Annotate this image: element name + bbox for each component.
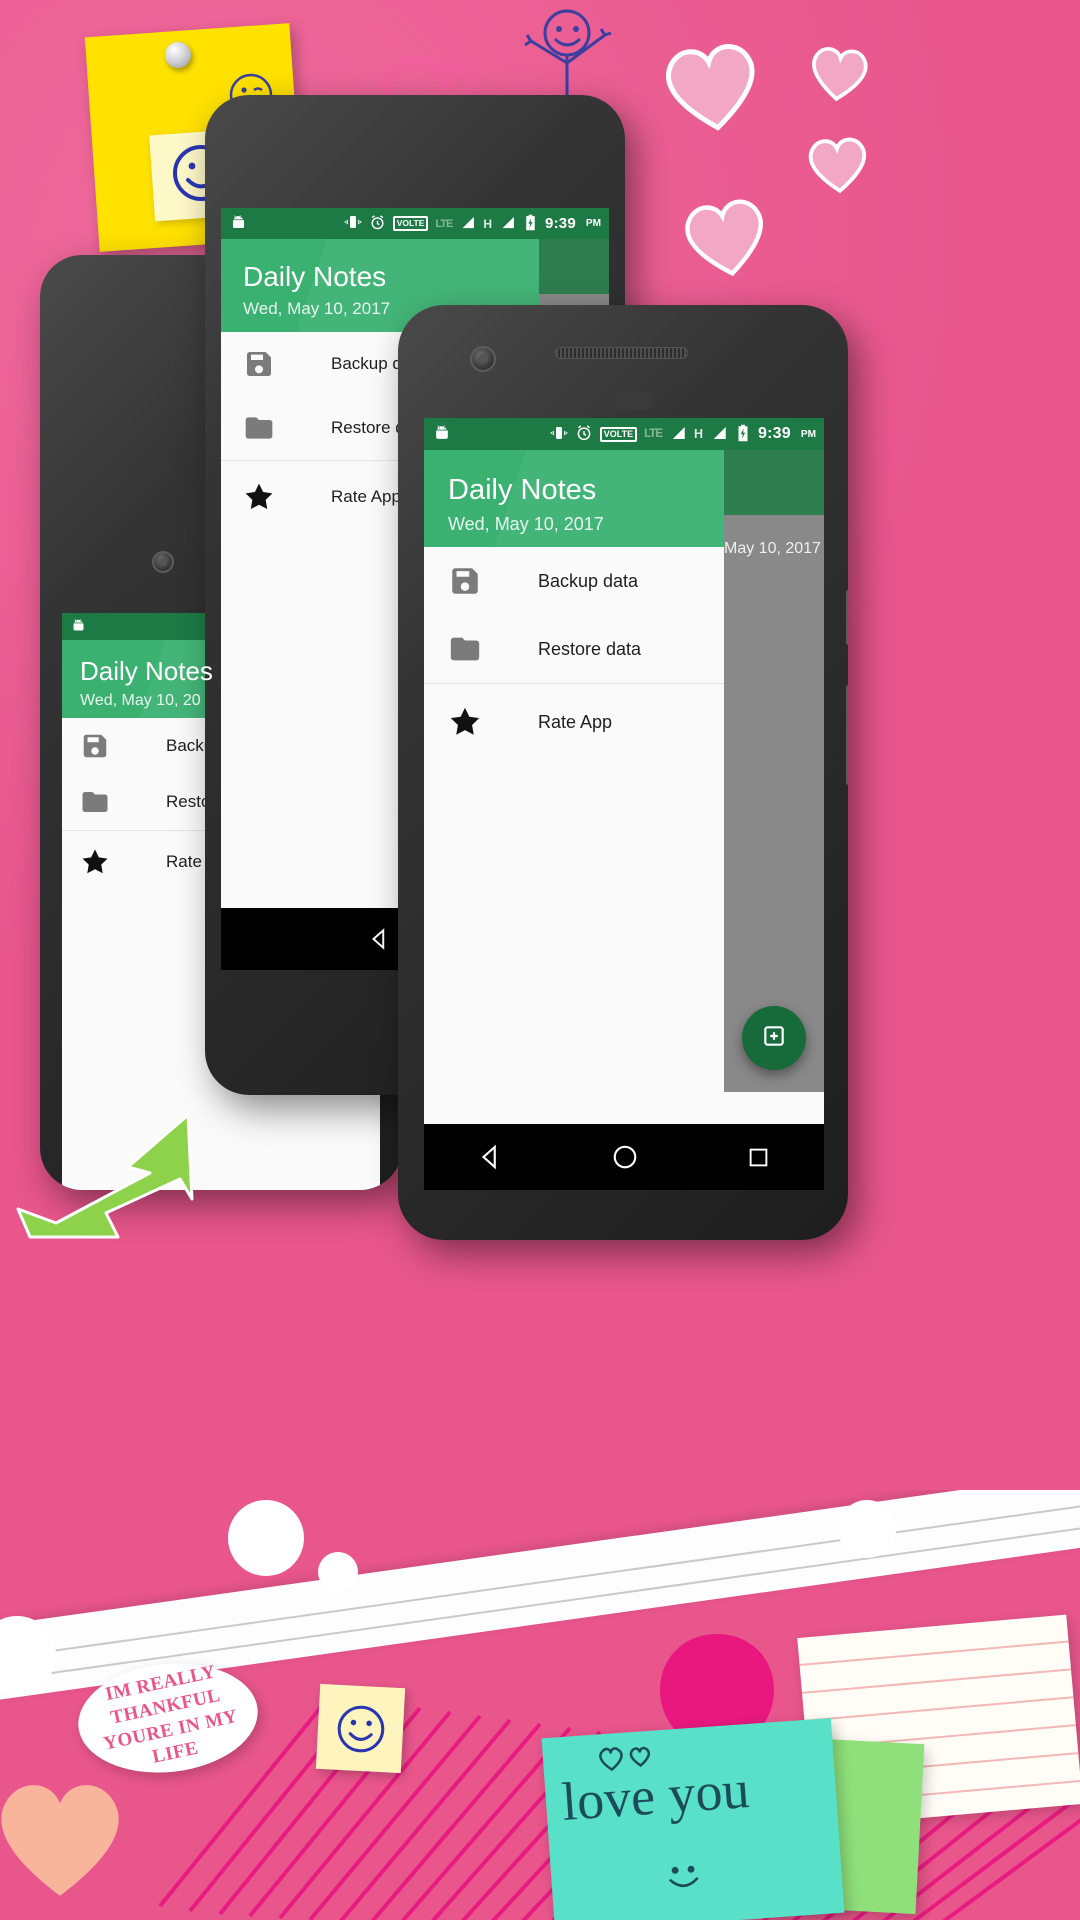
yellow-smiley-sticky-note	[315, 1683, 406, 1774]
star-icon	[78, 845, 112, 879]
android-robot-icon	[229, 213, 248, 235]
back-triangle-icon[interactable]	[367, 926, 393, 952]
earpiece-speaker	[555, 347, 688, 359]
love-note-text: love you	[559, 1759, 752, 1833]
status-bar-front: VOLTE LTE H 9:39 PM	[424, 418, 824, 450]
power-button[interactable]	[846, 590, 848, 645]
star-icon	[446, 703, 484, 741]
save-floppy-icon	[78, 729, 112, 763]
smiley-face-icon	[337, 1705, 384, 1752]
drawer-title-back: Daily Notes	[80, 656, 213, 686]
vibrate-icon	[344, 213, 362, 234]
drawer-item-backup-front[interactable]: Backup data	[424, 547, 724, 615]
drawer-header-front: Daily Notes Wed, May 10, 2017	[424, 450, 724, 547]
front-camera-icon	[470, 346, 496, 372]
drawer-item-label: Rate App	[538, 711, 613, 732]
bottom-collage: love you IM REALLY THANKFUL YOURE IN MY …	[0, 1490, 1080, 1920]
promo-graphic: Daily Notes Wed, May 10, 20 Backup Resto…	[0, 0, 1080, 1920]
drawer-subtitle-front: Wed, May 10, 2017	[448, 514, 604, 534]
heart-small-2-icon	[804, 132, 872, 196]
status-bar-middle: VOLTE LTE H 9:39 PM	[221, 208, 609, 239]
folder-icon	[446, 630, 484, 668]
signal-bars-2-icon	[710, 424, 728, 445]
save-floppy-icon	[241, 346, 277, 382]
volte-icon: VOLTE	[392, 216, 429, 231]
drawer-item-rate-front[interactable]: Rate App	[424, 684, 724, 760]
drawer-title-front: Daily Notes	[448, 474, 597, 506]
star-icon	[241, 479, 277, 515]
push-pin-icon	[165, 42, 191, 68]
heart-small-icon	[805, 41, 873, 105]
drawer-subtitle-middle: Wed, May 10, 2017	[243, 299, 391, 318]
home-circle-icon[interactable]	[610, 1142, 640, 1172]
front-camera-icon	[152, 551, 174, 573]
hspa-icon: H	[483, 216, 493, 231]
battery-charging-icon	[735, 424, 751, 445]
white-circle-4	[838, 1500, 896, 1558]
hspa-icon: H	[694, 427, 704, 441]
add-note-icon	[761, 1023, 787, 1054]
nav-bar-front	[424, 1124, 824, 1190]
drawer-list-front: Backup data Restore data Rate App	[424, 547, 724, 1124]
heart-medium-icon	[676, 189, 777, 285]
volume-button[interactable]	[846, 685, 848, 785]
white-circle-1	[228, 1500, 304, 1576]
signal-bars-icon	[459, 214, 476, 234]
recents-square-icon[interactable]	[745, 1144, 772, 1171]
smiley-doodle-icon	[658, 1859, 709, 1901]
folder-icon	[78, 785, 112, 819]
back-triangle-icon[interactable]	[476, 1142, 506, 1172]
proximity-sensor	[614, 392, 654, 410]
white-circle-2	[318, 1552, 358, 1592]
behind-date-text: May 10, 2017	[724, 540, 821, 557]
battery-charging-icon	[523, 214, 538, 234]
behind-appbar-middle	[539, 239, 609, 294]
status-ampm: PM	[585, 218, 601, 229]
drawer-subtitle-back: Wed, May 10, 20	[80, 692, 201, 709]
phone-front-screen: VOLTE LTE H 9:39 PM May 10, 2017 Daily N…	[424, 418, 824, 1190]
vibrate-icon	[550, 424, 568, 445]
drawer-header-middle: Daily Notes Wed, May 10, 2017	[221, 239, 539, 332]
add-note-fab[interactable]	[742, 1006, 806, 1070]
behind-appbar-front	[724, 450, 824, 515]
drawer-title-middle: Daily Notes	[243, 261, 387, 292]
green-arrow-icon	[10, 1105, 210, 1250]
drawer-item-label: Backup data	[538, 570, 639, 591]
folder-icon	[241, 410, 277, 446]
signal-bars-icon	[669, 424, 687, 445]
phone-front: VOLTE LTE H 9:39 PM May 10, 2017 Daily N…	[398, 305, 848, 1240]
android-robot-icon	[70, 617, 87, 637]
volte-icon: VOLTE	[599, 426, 638, 442]
alarm-icon	[369, 214, 386, 234]
lte-disabled-icon: LTE	[644, 428, 663, 440]
lte-disabled-icon: LTE	[435, 217, 453, 230]
signal-bars-2-icon	[499, 214, 516, 234]
status-time: 9:39	[545, 215, 576, 232]
status-time: 9:39	[758, 425, 791, 442]
status-ampm: PM	[800, 428, 816, 440]
save-floppy-icon	[446, 562, 484, 600]
drawer-item-label: Rate App	[331, 487, 401, 506]
alarm-icon	[575, 424, 593, 445]
heart-large-icon	[656, 33, 768, 138]
drawer-item-restore-front[interactable]: Restore data	[424, 615, 724, 683]
peach-heart-icon	[0, 1772, 130, 1907]
drawer-item-label: Restore data	[538, 638, 642, 659]
love-you-sticky-note: love you	[541, 1718, 845, 1920]
android-robot-icon	[432, 423, 452, 446]
